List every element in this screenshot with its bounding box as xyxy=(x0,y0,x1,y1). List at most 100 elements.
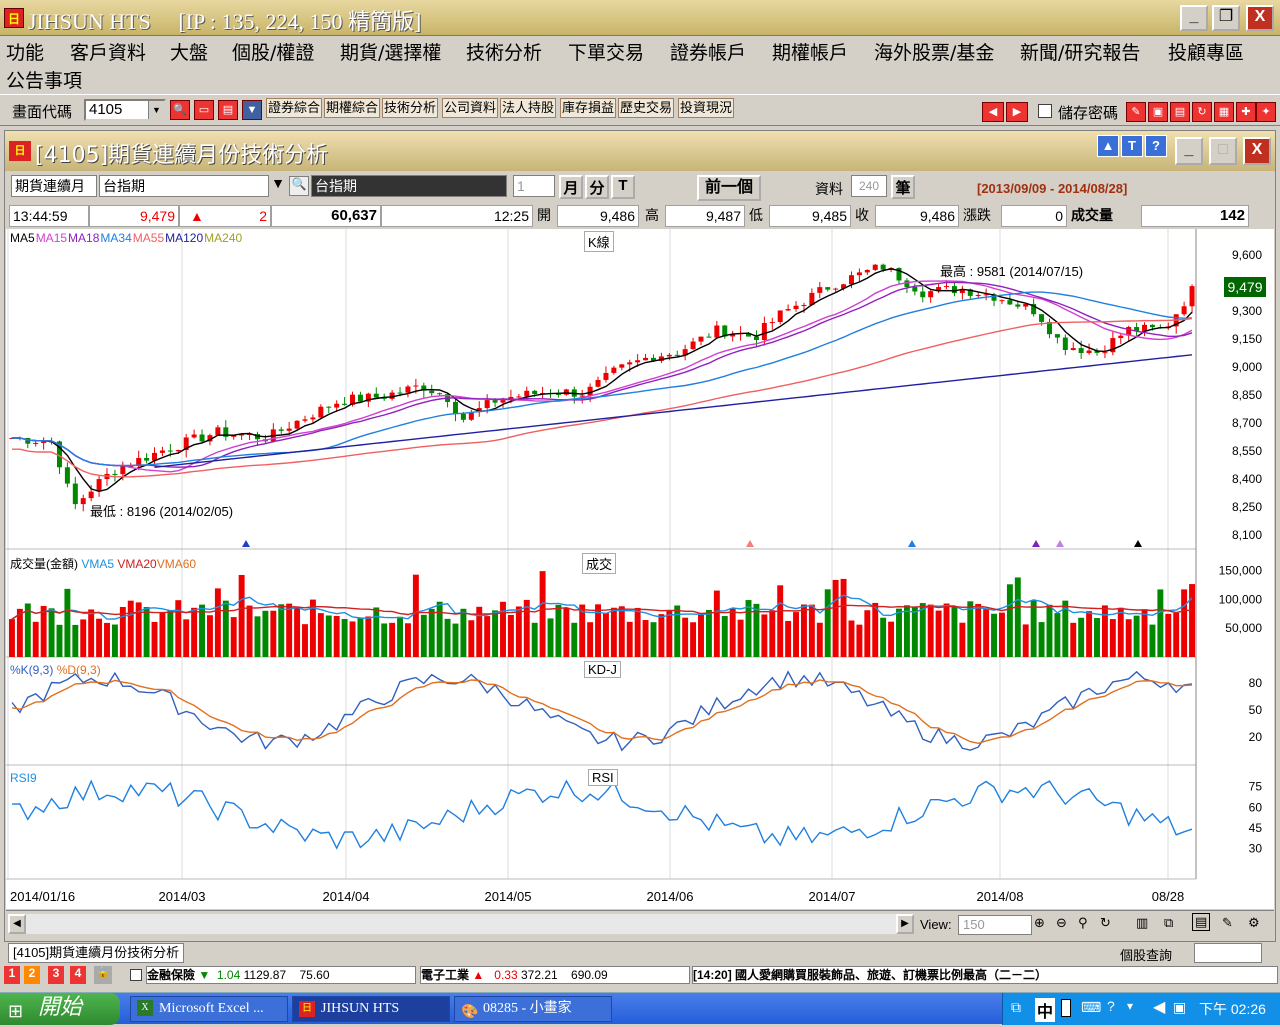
tab-history[interactable]: 歷史交易 xyxy=(618,98,675,118)
layout-icon[interactable]: ▤ xyxy=(1192,913,1211,931)
expand-tray-icon[interactable]: ◀ xyxy=(1153,997,1165,1017)
ticker-item-finance[interactable]: 金融保險 ▼ 1.04 1129.87 75.60 xyxy=(146,966,416,984)
month-button[interactable]: 月 xyxy=(559,175,583,199)
ticker-item-electronics[interactable]: 電子工業 ▲ 0.33 372.21 690.09 xyxy=(420,966,690,984)
inner-maximize-button[interactable]: □ xyxy=(1209,137,1237,165)
volume-bar xyxy=(1125,619,1132,657)
zoom-in-icon[interactable]: ⊕ xyxy=(1034,915,1045,931)
close-button[interactable]: X xyxy=(1246,5,1274,31)
previous-button[interactable]: 前一個 xyxy=(697,175,761,201)
arrow-left-icon[interactable]: ◀ xyxy=(982,102,1004,122)
open-window-tab[interactable]: [4105]期貨連續月份技術分析 xyxy=(8,943,185,963)
task-jihsun[interactable]: 日 JIHSUN HTS xyxy=(292,996,450,1022)
page-3-button[interactable]: 3 xyxy=(48,966,64,984)
ticker-checkbox[interactable] xyxy=(130,969,142,981)
screen-code-input[interactable]: 4105 ▼ xyxy=(84,99,166,121)
inner-minimize-button[interactable]: _ xyxy=(1175,137,1203,165)
menu-futures-account[interactable]: 期權帳戶 xyxy=(772,38,848,65)
tab-securities-summary[interactable]: 證券綜合 xyxy=(266,98,323,118)
task-paint[interactable]: 🎨 08285 - 小畫家 xyxy=(454,996,612,1022)
tool-icon-6[interactable]: ✚ xyxy=(1236,102,1256,122)
refresh-icon[interactable]: ↻ xyxy=(1100,915,1111,931)
page-2-button[interactable]: 2 xyxy=(24,966,40,984)
tab-technical[interactable]: 技術分析 xyxy=(382,98,439,118)
top-icon[interactable]: T xyxy=(1121,135,1143,157)
dropdown-icon[interactable]: ▼ xyxy=(242,100,262,120)
symbol-input[interactable]: 台指期 xyxy=(99,175,269,197)
monitor-icon[interactable]: ▣ xyxy=(1173,999,1186,1016)
chart-type-icon[interactable]: ▥ xyxy=(1136,915,1148,931)
inner-close-button[interactable]: X xyxy=(1243,137,1271,165)
draw-icon[interactable]: ✎ xyxy=(1222,915,1233,931)
tool-icon-1[interactable]: ✎ xyxy=(1126,102,1146,122)
menu-stocks[interactable]: 個股/權證 xyxy=(232,38,314,65)
ime-indicator[interactable]: 中 xyxy=(1035,998,1056,1022)
tab-institutional[interactable]: 法人持股 xyxy=(500,98,557,118)
page-1-button[interactable]: 1 xyxy=(4,966,20,984)
tab-inventory-pnl[interactable]: 庫存損益 xyxy=(560,98,617,118)
save-password-checkbox[interactable] xyxy=(1038,104,1052,118)
menu-market[interactable]: 大盤 xyxy=(170,38,208,65)
view-input[interactable]: 150 xyxy=(958,915,1032,935)
menu-technical[interactable]: 技術分析 xyxy=(466,38,542,65)
tab-company[interactable]: 公司資料 xyxy=(442,98,499,118)
chevron-down-icon[interactable]: ▼ xyxy=(269,175,287,197)
copy-icon[interactable]: ⧉ xyxy=(1164,915,1173,931)
task-excel[interactable]: X Microsoft Excel ... xyxy=(130,996,288,1022)
magnify-icon[interactable]: ⚲ xyxy=(1078,915,1088,931)
menu-order[interactable]: 下單交易 xyxy=(568,38,644,65)
type-select[interactable]: 期貨連續月 xyxy=(11,175,97,197)
menu-function[interactable]: 功能 xyxy=(6,38,44,65)
menu-customer[interactable]: 客戶資料 xyxy=(70,38,146,65)
volume-bar xyxy=(999,612,1005,657)
menu-announcements[interactable]: 公告事項 xyxy=(6,66,82,93)
arrow-right-icon[interactable]: ▶ xyxy=(1006,102,1028,122)
stock-query-input[interactable] xyxy=(1194,943,1262,963)
print-icon[interactable]: ▤ xyxy=(218,100,238,120)
tab-investment[interactable]: 投資現況 xyxy=(678,98,735,118)
ime-mode-icon[interactable] xyxy=(1061,999,1071,1017)
tab-futures-summary[interactable]: 期權綜合 xyxy=(324,98,381,118)
zoom-out-icon[interactable]: ⊖ xyxy=(1056,915,1067,931)
arrow-up-icon[interactable]: ▲ xyxy=(1097,135,1119,157)
start-button[interactable]: ⊞ 開始 xyxy=(0,993,120,1025)
minute-button[interactable]: 分 xyxy=(585,175,609,199)
news-ticker[interactable]: [14:20] 國人愛網購買服裝飾品、旅遊、訂機票比例最高（二－二） xyxy=(692,966,1278,984)
candle-body xyxy=(627,362,633,365)
help-icon[interactable]: ? xyxy=(1145,135,1167,157)
chevron-down-icon[interactable]: ▾ xyxy=(1127,999,1133,1013)
ime-tool-icon[interactable]: ⌨ xyxy=(1081,999,1101,1016)
period-input[interactable]: 1 xyxy=(513,175,555,197)
help-icon[interactable]: ? xyxy=(1107,998,1115,1014)
maximize-button[interactable]: ❐ xyxy=(1212,5,1240,31)
tool-icon-5[interactable]: ▦ xyxy=(1214,102,1234,122)
lock-icon[interactable]: 🔒 xyxy=(94,966,112,984)
menu-securities-account[interactable]: 證券帳戶 xyxy=(670,38,746,65)
menu-advisor[interactable]: 投顧專區 xyxy=(1168,38,1244,65)
x-axis-label: 2014/01/16 xyxy=(10,889,75,904)
volume-bar xyxy=(737,619,744,657)
tool-icon-4[interactable]: ↻ xyxy=(1192,102,1212,122)
data-count-input[interactable]: 240 xyxy=(851,175,887,197)
technical-chart[interactable]: 9,6009,4509,3009,1509,0008,8508,7008,550… xyxy=(6,229,1274,909)
page-4-button[interactable]: 4 xyxy=(70,966,86,984)
scroll-left-button[interactable]: ◀ xyxy=(8,914,26,934)
scrollbar-track[interactable] xyxy=(26,914,896,934)
unit-button[interactable]: 筆 xyxy=(891,175,915,199)
minimize-button[interactable]: _ xyxy=(1180,5,1208,31)
scroll-right-button[interactable]: ▶ xyxy=(896,914,914,934)
window-icon[interactable]: ▭ xyxy=(194,100,214,120)
menu-futures[interactable]: 期貨/選擇權 xyxy=(340,38,441,65)
menu-overseas[interactable]: 海外股票/基金 xyxy=(874,38,994,65)
search-icon[interactable]: 🔍 xyxy=(289,176,309,196)
network-icon[interactable]: ⧉ xyxy=(1011,999,1021,1016)
menu-news[interactable]: 新聞/研究報告 xyxy=(1020,38,1140,65)
tool-icon-3[interactable]: ▤ xyxy=(1170,102,1190,122)
chevron-down-icon[interactable]: ▼ xyxy=(148,101,164,119)
tool-icon-7[interactable]: ✦ xyxy=(1256,102,1276,122)
tick-button[interactable]: T xyxy=(611,175,635,199)
tool-icon-2[interactable]: ▣ xyxy=(1148,102,1168,122)
settings-icon[interactable]: ⚙ xyxy=(1248,915,1260,931)
chart-area[interactable]: 9,6009,4509,3009,1509,0008,8508,7008,550… xyxy=(6,229,1274,909)
search-icon[interactable]: 🔍 xyxy=(170,100,190,120)
